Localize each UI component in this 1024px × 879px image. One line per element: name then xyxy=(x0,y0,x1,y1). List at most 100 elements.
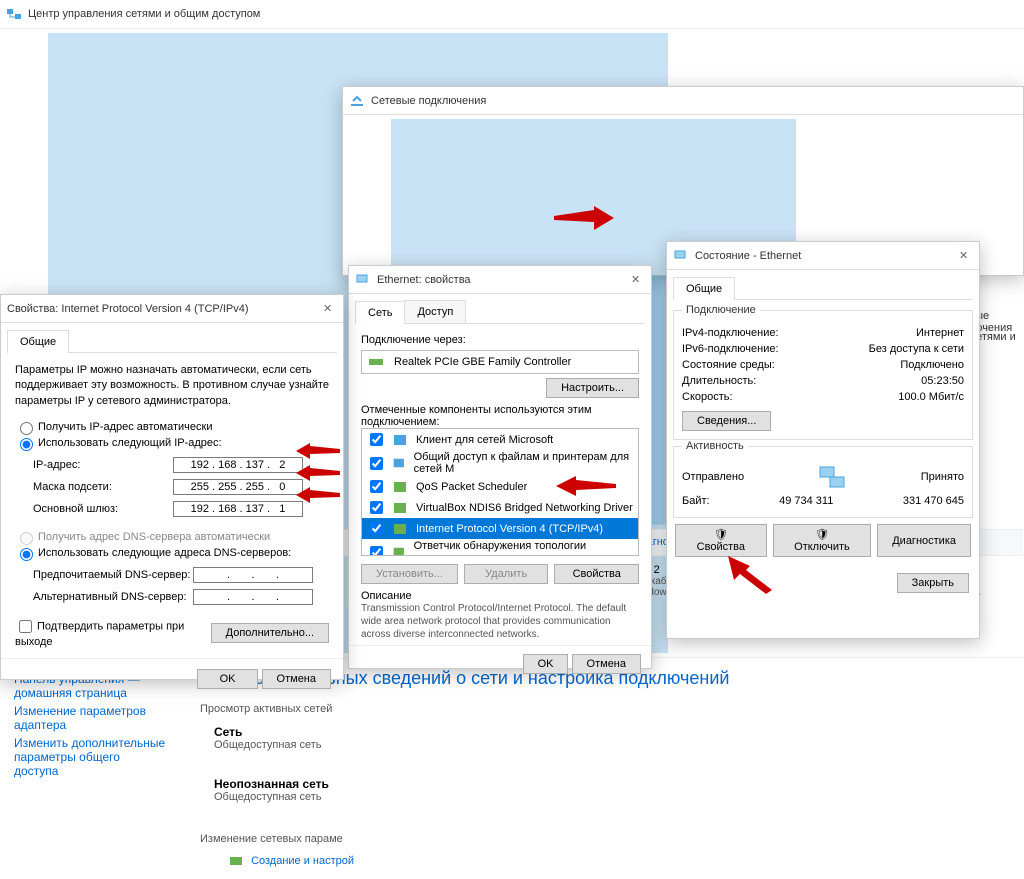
tab-general[interactable]: Общие xyxy=(7,330,69,353)
comp-check[interactable] xyxy=(370,433,383,446)
main-title: Центр управления сетями и общим доступом xyxy=(28,8,1018,20)
dns1-input[interactable] xyxy=(193,567,313,583)
configure-button[interactable]: Настроить... xyxy=(546,378,639,398)
media-value: Подключено xyxy=(900,359,964,371)
ipv4-label: IPv4-подключение: xyxy=(682,327,779,339)
bytes-label: Байт: xyxy=(682,495,710,507)
active-heading: Просмотр активных сетей xyxy=(200,703,1004,715)
advanced-button[interactable]: Дополнительно... xyxy=(211,623,329,643)
net2-name: Неопознанная сеть xyxy=(214,777,1004,791)
shield-icon: 🛡 xyxy=(815,529,829,541)
status-title: Состояние - Ethernet xyxy=(695,250,959,262)
comp-check[interactable] xyxy=(370,522,383,535)
tab-access[interactable]: Доступ xyxy=(404,300,466,323)
ipv6-label: IPv6-подключение: xyxy=(682,343,779,355)
dns1-label: Предпочитаемый DNS-сервер: xyxy=(33,569,193,581)
grp-connection: Подключение xyxy=(682,304,760,316)
ok-button[interactable]: OK xyxy=(523,654,569,674)
comp-check[interactable] xyxy=(370,546,383,557)
ipv4-window: Свойства: Internet Protocol Version 4 (T… xyxy=(0,294,344,680)
comp-props-button[interactable]: Свойства xyxy=(554,564,639,584)
create-connection-icon xyxy=(228,853,244,869)
comp-check[interactable] xyxy=(370,457,383,470)
gw-input[interactable] xyxy=(173,501,303,517)
ipv4-value: Интернет xyxy=(916,327,964,339)
dur-label: Длительность: xyxy=(682,375,756,387)
comp-check[interactable] xyxy=(370,501,383,514)
eth-props-window: Ethernet: свойства ✕ Сеть Доступ Подключ… xyxy=(348,265,652,669)
dns2-input[interactable] xyxy=(193,589,313,605)
disable-button[interactable]: 🛡 Отключить xyxy=(773,524,872,557)
ipv4-title: Свойства: Internet Protocol Version 4 (T… xyxy=(7,303,323,315)
ipv6-value: Без доступа к сети xyxy=(869,343,964,355)
auto-dns-radio: Получить адрес DNS-сервера автоматически xyxy=(15,531,270,543)
ip-input[interactable] xyxy=(173,457,303,473)
desc-text: Transmission Control Protocol/Internet P… xyxy=(361,602,639,641)
net1-type: Общедоступная сеть xyxy=(214,739,1004,751)
sent-value: 49 734 311 xyxy=(779,495,833,507)
dur-value: 05:23:50 xyxy=(921,375,964,387)
tab-net[interactable]: Сеть xyxy=(355,301,405,324)
dns2-label: Альтернативный DNS-сервер: xyxy=(33,591,193,603)
mask-label: Маска подсети: xyxy=(33,481,173,493)
install-button[interactable]: Установить... xyxy=(361,564,458,584)
protocol-icon xyxy=(392,544,406,556)
close-icon[interactable]: ✕ xyxy=(323,302,337,315)
desc-heading: Описание xyxy=(361,590,639,602)
cancel-button[interactable]: Отмена xyxy=(262,669,331,689)
ip-label: IP-адрес: xyxy=(33,459,173,471)
close-icon[interactable]: ✕ xyxy=(959,249,973,262)
remove-button[interactable]: Удалить xyxy=(464,564,549,584)
media-label: Состояние среды: xyxy=(682,359,775,371)
tab-general[interactable]: Общие xyxy=(673,277,735,300)
shield-icon: 🛡 xyxy=(714,529,728,541)
network-center-icon xyxy=(6,6,22,22)
grp-activity: Активность xyxy=(682,440,748,452)
ipv4-titlebar: Свойства: Internet Protocol Version 4 (T… xyxy=(1,295,343,323)
comp-check[interactable] xyxy=(370,480,383,493)
component-list[interactable]: Клиент для сетей Microsoft Общий доступ … xyxy=(361,428,639,556)
ok-button[interactable]: OK xyxy=(197,669,259,689)
qos-icon xyxy=(392,479,408,495)
protocol-icon xyxy=(392,521,408,537)
ipv4-tabs: Общие xyxy=(7,329,337,353)
status-window: Состояние - Ethernet ✕ Общие Подключение… xyxy=(666,241,980,639)
manual-dns-radio[interactable]: Использовать следующие адреса DNS-сервер… xyxy=(15,547,291,559)
ethernet-icon xyxy=(355,272,371,288)
props-tabs: Сеть Доступ xyxy=(355,300,645,324)
connect-via-label: Подключение через: xyxy=(361,334,639,346)
sidebar-adapter[interactable]: Изменение параметров адаптера xyxy=(14,704,166,732)
intro-text: Параметры IP можно назначать автоматичес… xyxy=(15,363,329,409)
sidebar-sharing[interactable]: Изменить дополнительные параметры общего… xyxy=(14,736,166,778)
cancel-button[interactable]: Отмена xyxy=(572,654,641,674)
props-button[interactable]: 🛡 Свойства xyxy=(675,524,767,557)
validate-check[interactable]: Подтвердить параметры при выходе xyxy=(15,617,211,648)
used-label: Отмеченные компоненты используются этим … xyxy=(361,404,639,428)
props-title: Ethernet: свойства xyxy=(377,274,631,286)
create-link[interactable]: Создание и настрой xyxy=(251,855,354,867)
status-titlebar: Состояние - Ethernet ✕ xyxy=(667,242,979,270)
manual-ip-radio[interactable]: Использовать следующий IP-адрес: xyxy=(15,437,222,449)
ethernet-icon xyxy=(673,248,689,264)
close-icon[interactable]: ✕ xyxy=(631,273,645,286)
activity-icon xyxy=(812,463,852,491)
diag-button[interactable]: Диагностика xyxy=(877,524,971,557)
change-heading: Изменение сетевых параме xyxy=(200,833,1004,845)
recv-value: 331 470 645 xyxy=(903,495,964,507)
close-button[interactable]: Закрыть xyxy=(897,573,969,593)
adapter-name: Realtek PCIe GBE Family Controller xyxy=(394,356,571,368)
share-icon xyxy=(392,455,406,471)
mask-input[interactable] xyxy=(173,479,303,495)
recv-label: Принято xyxy=(921,471,964,483)
conn-titlebar: Сетевые подключения xyxy=(343,87,1023,115)
vbox-icon xyxy=(392,500,408,516)
gw-label: Основной шлюз: xyxy=(33,503,173,515)
props-titlebar: Ethernet: свойства ✕ xyxy=(349,266,651,294)
client-icon xyxy=(392,432,408,448)
speed-label: Скорость: xyxy=(682,391,733,403)
auto-ip-radio[interactable]: Получить IP-адрес автоматически xyxy=(15,421,212,433)
net2-type: Общедоступная сеть xyxy=(214,791,1004,803)
details-button[interactable]: Сведения... xyxy=(682,411,771,431)
sent-label: Отправлено xyxy=(682,471,744,483)
adapter-icon xyxy=(368,354,384,370)
